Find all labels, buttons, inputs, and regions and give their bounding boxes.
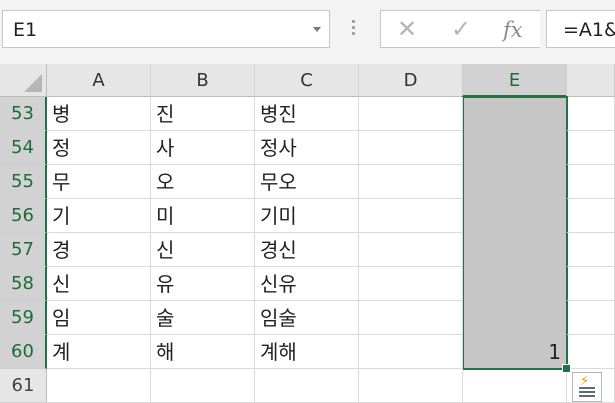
cell-d53[interactable]	[359, 97, 463, 131]
cell-d55[interactable]	[359, 165, 463, 199]
enter-icon[interactable]: ✓	[451, 15, 471, 43]
column-header-b[interactable]: B	[151, 64, 255, 97]
cell-a58[interactable]: 신	[47, 267, 151, 301]
cell-c53[interactable]: 병진	[255, 97, 359, 131]
cell-f58[interactable]	[567, 267, 615, 301]
cell-f54[interactable]	[567, 131, 615, 165]
cell-c56[interactable]: 기미	[255, 199, 359, 233]
cell-f59[interactable]	[567, 301, 615, 335]
cell-d59[interactable]	[359, 301, 463, 335]
fill-handle[interactable]	[562, 364, 571, 373]
cell-a55[interactable]: 무	[47, 165, 151, 199]
select-all-button[interactable]	[0, 64, 47, 97]
cell-d57[interactable]	[359, 233, 463, 267]
row-header-55[interactable]: 55	[0, 165, 47, 199]
cell-d60[interactable]	[359, 335, 463, 369]
cell-e55[interactable]	[463, 165, 567, 199]
cell-a56[interactable]: 기	[47, 199, 151, 233]
column-header-f[interactable]	[567, 64, 615, 97]
cell-f60[interactable]	[567, 335, 615, 369]
column-header-c[interactable]: C	[255, 64, 359, 97]
cell-f57[interactable]	[567, 233, 615, 267]
insert-function-icon[interactable]: fx	[503, 18, 523, 42]
cell-e59[interactable]	[463, 301, 567, 335]
row-header-60[interactable]: 60	[0, 335, 47, 369]
cell-e61[interactable]	[463, 369, 567, 403]
formula-input[interactable]: =A1&	[546, 10, 615, 48]
cell-a57[interactable]: 경	[47, 233, 151, 267]
cell-b57[interactable]: 신	[151, 233, 255, 267]
chevron-down-icon[interactable]	[313, 27, 321, 32]
cell-c61[interactable]	[255, 369, 359, 403]
cell-b53[interactable]: 진	[151, 97, 255, 131]
cell-b59[interactable]: 술	[151, 301, 255, 335]
row-header-57[interactable]: 57	[0, 233, 47, 267]
cell-e54[interactable]	[463, 131, 567, 165]
cell-d56[interactable]	[359, 199, 463, 233]
formula-bar-area: E1 ✕ ✓ fx =A1&	[0, 0, 615, 64]
cancel-icon[interactable]: ✕	[397, 15, 417, 43]
cell-e58[interactable]	[463, 267, 567, 301]
cell-d58[interactable]	[359, 267, 463, 301]
cell-a61[interactable]	[47, 369, 151, 403]
cell-f56[interactable]	[567, 199, 615, 233]
cell-c60[interactable]: 계해	[255, 335, 359, 369]
cell-b54[interactable]: 사	[151, 131, 255, 165]
row-header-53[interactable]: 53	[0, 97, 47, 131]
row-header-58[interactable]: 58	[0, 267, 47, 301]
cell-c55[interactable]: 무오	[255, 165, 359, 199]
cell-e53[interactable]	[463, 97, 567, 131]
cell-e60[interactable]: 1	[463, 335, 567, 369]
cell-e56[interactable]	[463, 199, 567, 233]
cell-c59[interactable]: 임술	[255, 301, 359, 335]
worksheet-grid[interactable]: A B C D E 53 병 진 병진 54 정 사 정사 55 무 오 무오 56 기 미 기미 57 경 신 경신 58 신 유 신…	[0, 64, 615, 403]
row-header-61[interactable]: 61	[0, 369, 47, 403]
cell-b56[interactable]: 미	[151, 199, 255, 233]
cell-a54[interactable]: 정	[47, 131, 151, 165]
cell-a60[interactable]: 계	[47, 335, 151, 369]
cell-a59[interactable]: 임	[47, 301, 151, 335]
cell-c58[interactable]: 신유	[255, 267, 359, 301]
cell-b60[interactable]: 해	[151, 335, 255, 369]
formula-text: =A1&	[563, 19, 615, 41]
formula-buttons: ✕ ✓ fx	[380, 10, 540, 48]
name-box[interactable]: E1	[2, 10, 330, 48]
cell-d54[interactable]	[359, 131, 463, 165]
cell-f55[interactable]	[567, 165, 615, 199]
row-header-59[interactable]: 59	[0, 301, 47, 335]
cell-e57[interactable]	[463, 233, 567, 267]
cell-b55[interactable]: 오	[151, 165, 255, 199]
column-header-d[interactable]: D	[359, 64, 463, 97]
row-header-56[interactable]: 56	[0, 199, 47, 233]
drag-grip-icon[interactable]	[352, 20, 356, 38]
row-header-54[interactable]: 54	[0, 131, 47, 165]
column-header-a[interactable]: A	[47, 64, 151, 97]
cell-f53[interactable]	[567, 97, 615, 131]
cell-c54[interactable]: 정사	[255, 131, 359, 165]
column-header-e[interactable]: E	[463, 64, 567, 97]
quick-analysis-icon[interactable]: ⚡	[572, 372, 602, 402]
cell-c57[interactable]: 경신	[255, 233, 359, 267]
cell-b58[interactable]: 유	[151, 267, 255, 301]
cell-d61[interactable]	[359, 369, 463, 403]
cell-a53[interactable]: 병	[47, 97, 151, 131]
cell-b61[interactable]	[151, 369, 255, 403]
name-box-value: E1	[13, 19, 38, 41]
